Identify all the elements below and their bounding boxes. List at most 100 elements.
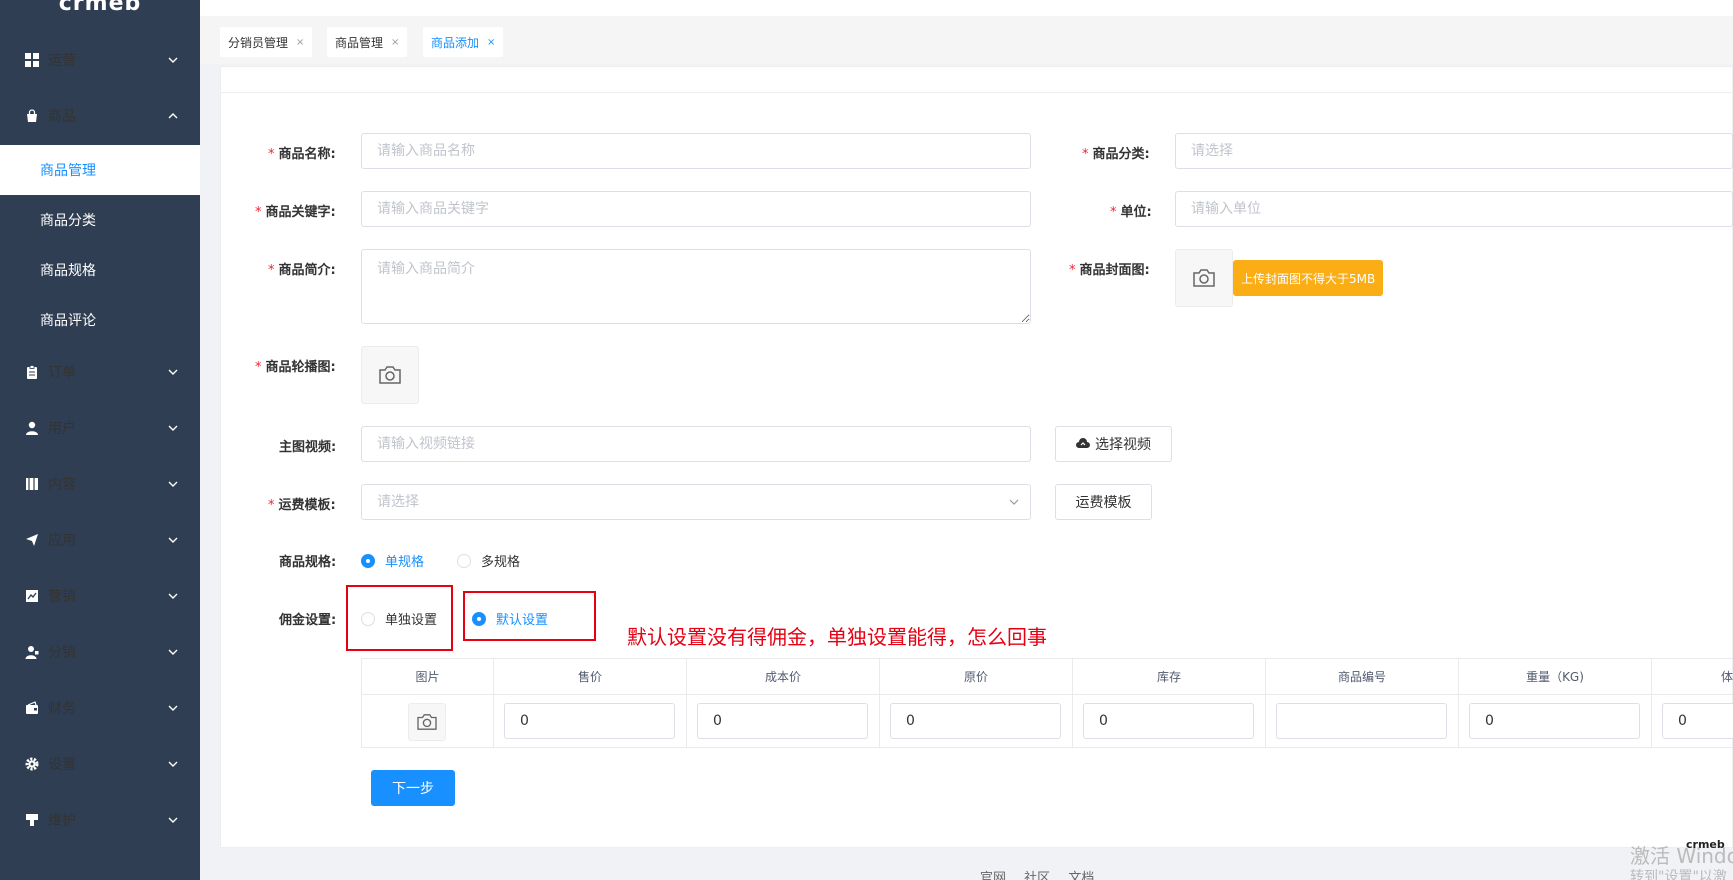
- spec-single-radio[interactable]: 单规格: [361, 551, 424, 570]
- menu-group-distribution[interactable]: 分销: [0, 630, 200, 674]
- menu-group-content[interactable]: 内容: [0, 462, 200, 506]
- grid-icon: [24, 52, 40, 68]
- menu-group-label: 应用: [48, 533, 76, 549]
- unit-input[interactable]: [1175, 191, 1733, 227]
- logo: crmeb: [58, 0, 142, 16]
- product-name-input[interactable]: [361, 133, 1031, 169]
- weight-input[interactable]: [1469, 703, 1640, 739]
- windows-activation-watermark: 激活 Windo: [1630, 844, 1733, 868]
- chevron-up-icon: [168, 113, 178, 119]
- menu-group-label: 设置: [48, 757, 76, 773]
- product-keyword-input[interactable]: [361, 191, 1031, 227]
- menu-group-label: 维护: [48, 813, 76, 829]
- chevron-down-icon: [1009, 499, 1019, 505]
- next-step-button[interactable]: 下一步: [371, 770, 455, 806]
- unit-label: * 单位:: [1110, 205, 1152, 220]
- distribution-icon: [24, 644, 40, 660]
- footer-link-community[interactable]: 社区: [1024, 871, 1050, 880]
- tab-product-management[interactable]: 商品管理 ×: [327, 27, 408, 57]
- cost-input[interactable]: [697, 703, 868, 739]
- camera-icon: [417, 714, 437, 730]
- close-icon[interactable]: ×: [487, 37, 495, 48]
- table-cell: [1073, 695, 1266, 748]
- menu-group-settings[interactable]: 设置: [0, 742, 200, 786]
- chevron-down-icon: [168, 425, 178, 431]
- close-icon[interactable]: ×: [391, 37, 399, 48]
- commission-individual-radio[interactable]: 单独设置: [361, 609, 437, 628]
- send-icon: [24, 532, 40, 548]
- menu-group-maintenance[interactable]: 维护: [0, 798, 200, 842]
- table-header: 成本价: [687, 659, 880, 695]
- commission-default-radio[interactable]: 默认设置: [472, 609, 548, 628]
- table-header: 商品编号: [1266, 659, 1459, 695]
- radio-dot: [457, 553, 471, 568]
- spec-multi-radio[interactable]: 多规格: [457, 551, 520, 570]
- menu-group-products[interactable]: 商品: [0, 94, 200, 138]
- menu-group-label: 内容: [48, 477, 76, 493]
- menu-group-orders[interactable]: 订单: [0, 350, 200, 394]
- menu-group-label: 用户: [48, 421, 76, 437]
- chevron-down-icon: [168, 649, 178, 655]
- shipping-template-input[interactable]: [361, 484, 1031, 520]
- tab-distributor-management[interactable]: 分销员管理 ×: [220, 27, 313, 57]
- footer-link-official[interactable]: 官网: [980, 871, 1006, 880]
- volume-input[interactable]: [1662, 703, 1733, 739]
- menu-group-finance[interactable]: 财务: [0, 686, 200, 730]
- product-category-label: * 商品分类:: [1082, 147, 1150, 162]
- radio-label: 默认设置: [496, 613, 549, 628]
- cover-upload-button[interactable]: [1175, 249, 1233, 307]
- shipping-template-button[interactable]: 运费模板: [1055, 484, 1152, 520]
- annotation-text: 默认设置没有得佣金，单独设置能得，怎么回事: [627, 625, 1047, 649]
- product-intro-textarea[interactable]: [361, 249, 1031, 324]
- radio-label: 单独设置: [385, 613, 438, 628]
- select-video-button[interactable]: 选择视频: [1055, 426, 1172, 462]
- bag-icon: [24, 108, 40, 124]
- shipping-template-select[interactable]: [361, 484, 1031, 520]
- table-cell: [1652, 695, 1733, 748]
- top-header: [200, 0, 1733, 16]
- tab-product-add[interactable]: 商品添加 ×: [423, 27, 504, 57]
- select-video-label: 选择视频: [1095, 437, 1151, 453]
- camera-icon: [1193, 269, 1215, 287]
- table-header: 库存: [1073, 659, 1266, 695]
- video-url-input[interactable]: [361, 426, 1031, 462]
- carousel-upload-button[interactable]: [361, 346, 419, 404]
- cover-image-label: * 商品封面图:: [1069, 263, 1150, 278]
- sidebar-item-product-management[interactable]: 商品管理: [0, 145, 200, 195]
- sidebar-item-product-category[interactable]: 商品分类: [0, 195, 200, 245]
- price-input[interactable]: [504, 703, 675, 739]
- original-price-input[interactable]: [890, 703, 1061, 739]
- radio-dot: [472, 611, 486, 626]
- spec-table: 图片 售价 成本价 原价 库存 商品编号 重量（KG) 体: [361, 658, 1733, 748]
- footer-link-docs[interactable]: 文档: [1068, 871, 1094, 880]
- product-name-label: * 商品名称:: [268, 147, 336, 162]
- clipboard-icon: [24, 364, 40, 380]
- menu-group-label: 商品: [48, 109, 76, 125]
- product-code-input[interactable]: [1276, 703, 1447, 739]
- close-icon[interactable]: ×: [296, 37, 304, 48]
- menu-group-users[interactable]: 用户: [0, 406, 200, 450]
- cloud-upload-icon: [1076, 438, 1090, 448]
- menu-group-apps[interactable]: 应用: [0, 518, 200, 562]
- menu-group-operations[interactable]: 运营: [0, 38, 200, 82]
- table-cell-image: [362, 695, 494, 748]
- sidebar-item-product-review[interactable]: 商品评论: [0, 295, 200, 345]
- table-cell: [880, 695, 1073, 748]
- menu-group-label: 营销: [48, 589, 76, 605]
- tool-icon: [24, 812, 40, 828]
- stock-input[interactable]: [1083, 703, 1254, 739]
- menu-group-marketing[interactable]: 营销: [0, 574, 200, 618]
- table-cell: [1459, 695, 1652, 748]
- table-header: 重量（KG): [1459, 659, 1652, 695]
- table-header: 售价: [494, 659, 687, 695]
- product-category-select[interactable]: [1175, 133, 1733, 169]
- sidebar-item-product-spec[interactable]: 商品规格: [0, 245, 200, 295]
- product-keyword-label: * 商品关键字:: [255, 205, 336, 220]
- book-icon: [24, 476, 40, 492]
- tab-label: 商品管理: [335, 35, 384, 50]
- sku-image-upload-button[interactable]: [408, 703, 446, 741]
- table-cell: [1266, 695, 1459, 748]
- gear-icon: [24, 756, 40, 772]
- radio-dot: [361, 611, 375, 626]
- footer-links: 官网 社区 文档: [980, 867, 1108, 880]
